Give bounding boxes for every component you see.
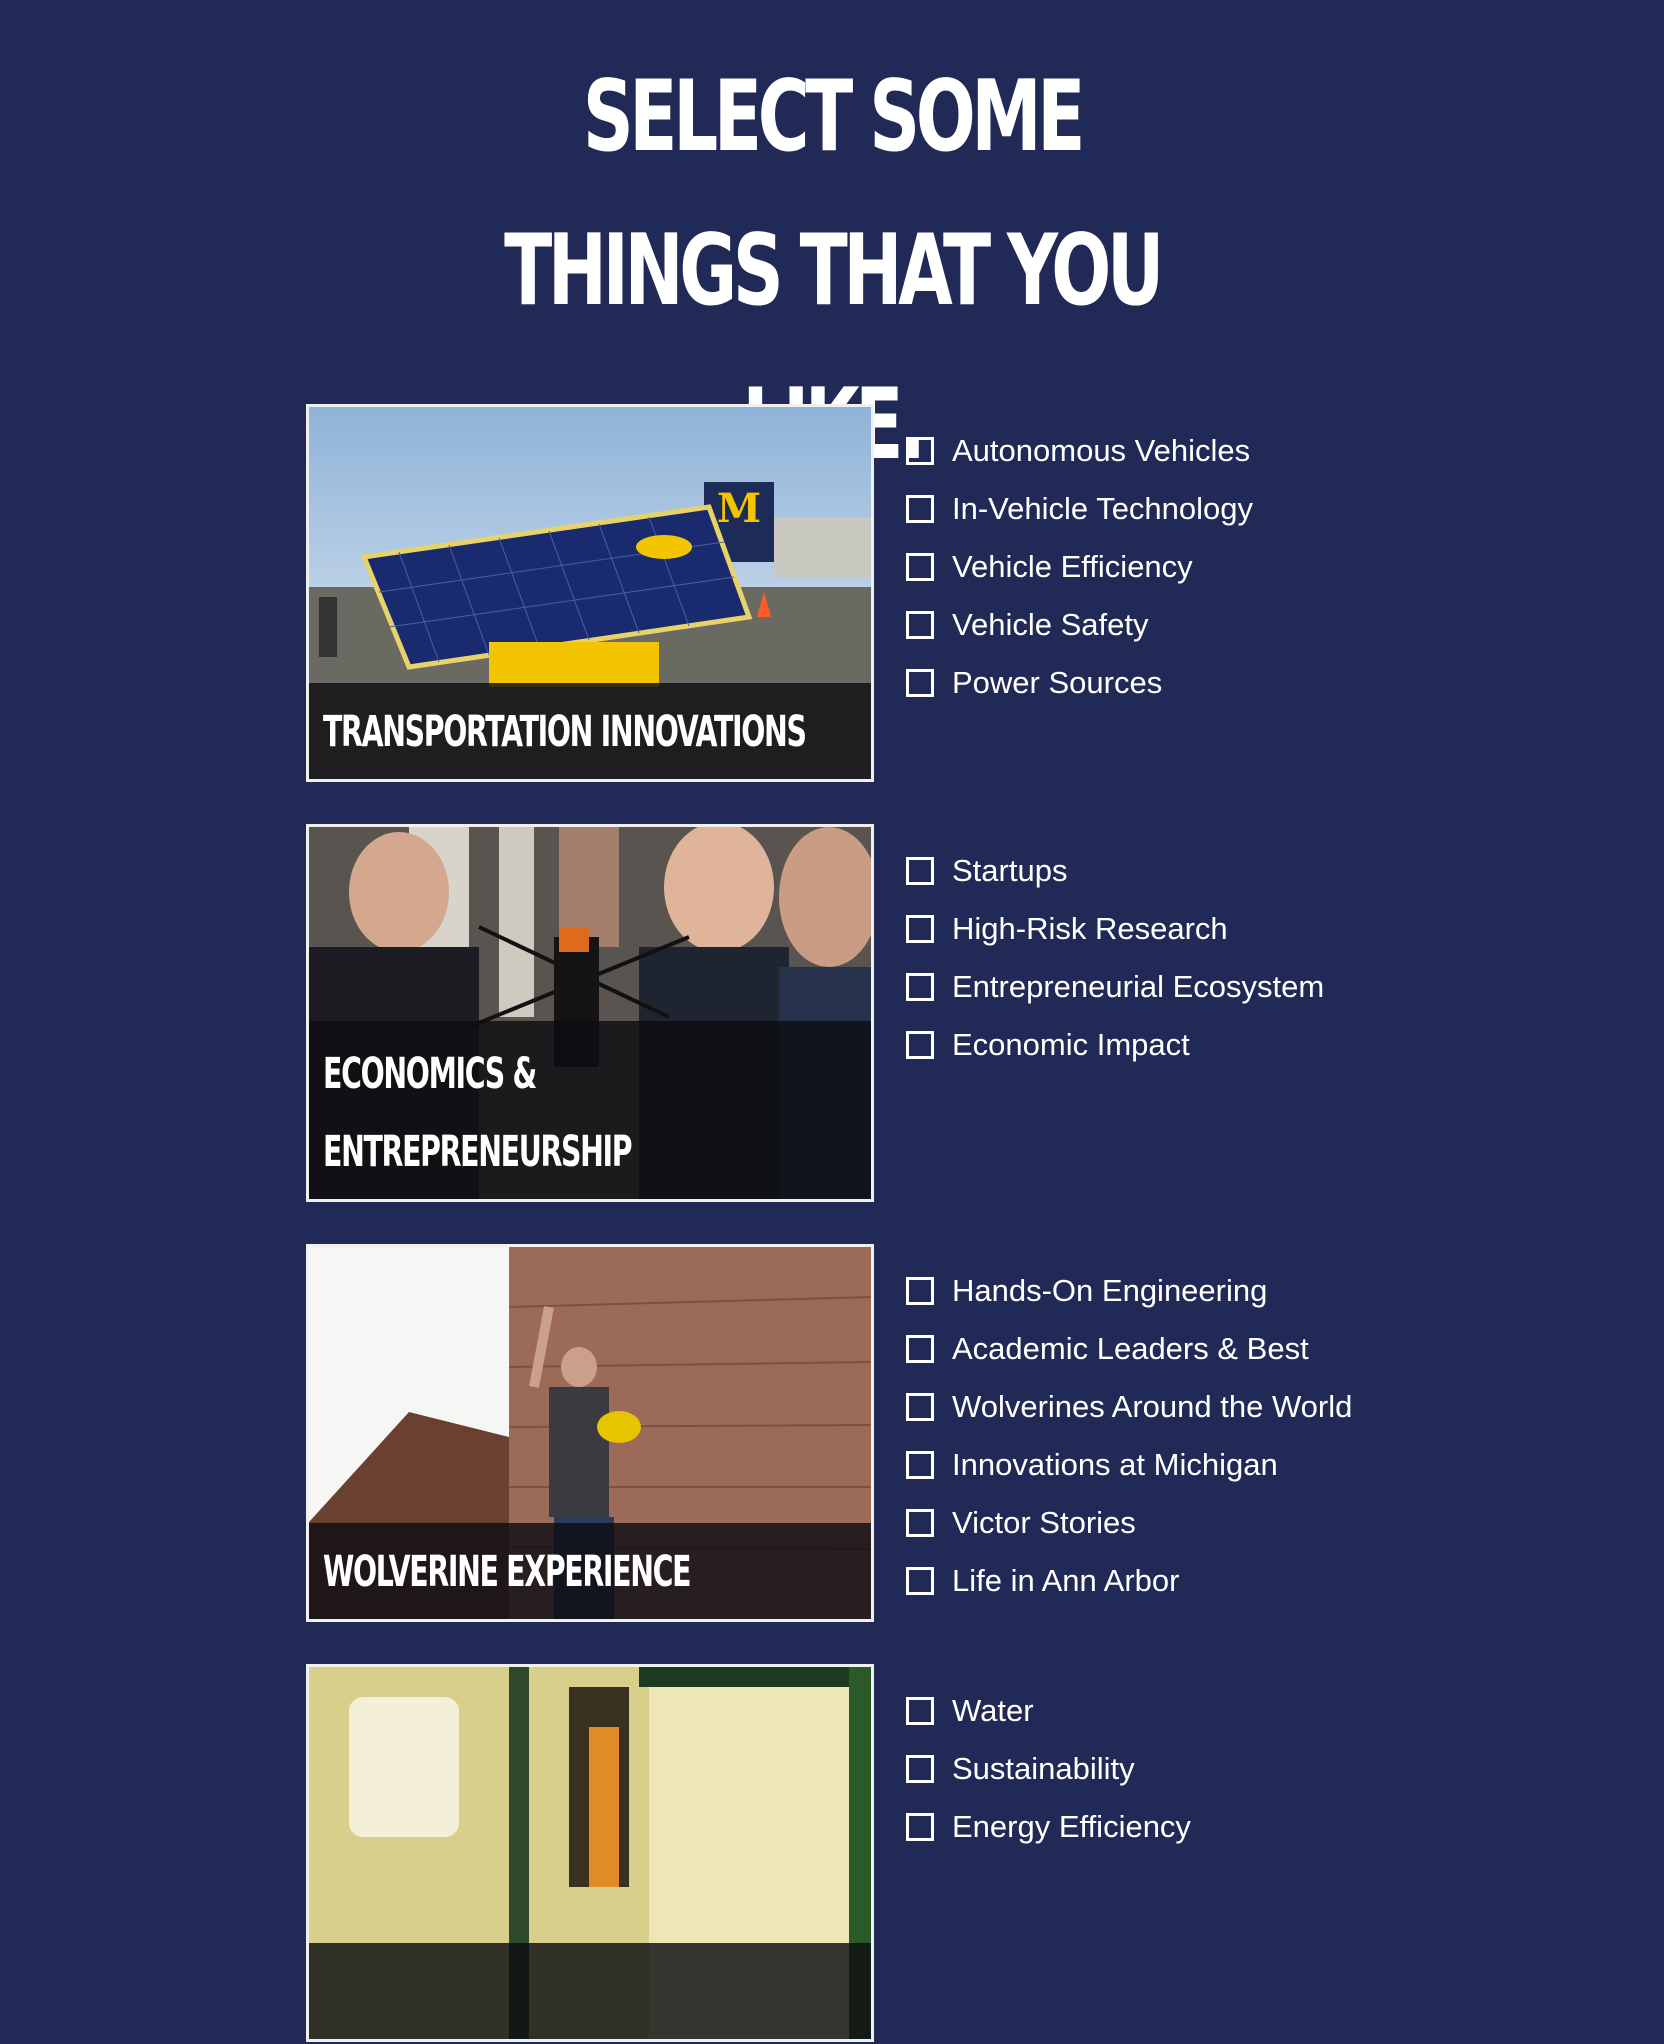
svg-text:M: M bbox=[717, 485, 761, 532]
page-title-line-1: SELECT SOME THINGS THAT YOU bbox=[504, 60, 1164, 328]
card-label: WOLVERINE EXPERIENCE bbox=[323, 1533, 692, 1611]
option-life-in-ann-arbor[interactable]: Life in Ann Arbor bbox=[906, 1552, 1352, 1610]
card-label-line-2: ENTREPRENEURSHIP bbox=[323, 1127, 633, 1177]
option-label: Vehicle Safety bbox=[952, 607, 1149, 642]
option-label: Victor Stories bbox=[952, 1505, 1136, 1540]
option-label: Economic Impact bbox=[952, 1027, 1190, 1062]
checkbox[interactable] bbox=[906, 1509, 934, 1537]
option-label: Startups bbox=[952, 853, 1068, 888]
card-label-line-1: WOLVERINE EXPERIENCE bbox=[323, 1547, 692, 1597]
card-label: TRANSPORTATION INNOVATIONS bbox=[323, 693, 807, 771]
topic-card-wolverine-experience[interactable]: WOLVERINE EXPERIENCE bbox=[306, 1244, 874, 1622]
option-label: High-Risk Research bbox=[952, 911, 1228, 946]
checkbox[interactable] bbox=[906, 437, 934, 465]
option-label: Hands-On Engineering bbox=[952, 1273, 1268, 1308]
option-label: Life in Ann Arbor bbox=[952, 1563, 1180, 1598]
card-label-line-1: ECONOMICS & bbox=[323, 1049, 537, 1099]
option-vehicle-efficiency[interactable]: Vehicle Efficiency bbox=[906, 538, 1253, 596]
option-water[interactable]: Water bbox=[906, 1682, 1191, 1740]
option-victor-stories[interactable]: Victor Stories bbox=[906, 1494, 1352, 1552]
option-label: Academic Leaders & Best bbox=[952, 1331, 1309, 1366]
checkbox[interactable] bbox=[906, 1567, 934, 1595]
checkbox[interactable] bbox=[906, 1755, 934, 1783]
option-wolverines-around-the-world[interactable]: Wolverines Around the World bbox=[906, 1378, 1352, 1436]
option-in-vehicle-technology[interactable]: In-Vehicle Technology bbox=[906, 480, 1253, 538]
topic-options-list: Startups High-Risk Research Entrepreneur… bbox=[906, 842, 1324, 1074]
checkbox[interactable] bbox=[906, 553, 934, 581]
checkbox[interactable] bbox=[906, 495, 934, 523]
checkbox[interactable] bbox=[906, 857, 934, 885]
checkbox[interactable] bbox=[906, 915, 934, 943]
topic-section-sustainability: Water Sustainability Energy Efficiency bbox=[306, 1664, 1406, 2044]
topic-options-list: Water Sustainability Energy Efficiency bbox=[906, 1682, 1191, 1856]
option-sustainability[interactable]: Sustainability bbox=[906, 1740, 1191, 1798]
card-label-band bbox=[309, 1943, 871, 2039]
option-economic-impact[interactable]: Economic Impact bbox=[906, 1016, 1324, 1074]
topic-options-list: Autonomous Vehicles In-Vehicle Technolog… bbox=[906, 422, 1253, 712]
option-innovations-at-michigan[interactable]: Innovations at Michigan bbox=[906, 1436, 1352, 1494]
topic-card-economics[interactable]: ECONOMICS & ENTREPRENEURSHIP bbox=[306, 824, 874, 1202]
checkbox[interactable] bbox=[906, 1697, 934, 1725]
option-label: Sustainability bbox=[952, 1751, 1135, 1786]
option-label: Water bbox=[952, 1693, 1034, 1728]
checkbox[interactable] bbox=[906, 1451, 934, 1479]
option-academic-leaders[interactable]: Academic Leaders & Best bbox=[906, 1320, 1352, 1378]
option-label: In-Vehicle Technology bbox=[952, 491, 1254, 526]
checkbox[interactable] bbox=[906, 973, 934, 1001]
option-label: Power Sources bbox=[952, 665, 1163, 700]
option-autonomous-vehicles[interactable]: Autonomous Vehicles bbox=[906, 422, 1253, 480]
checkbox[interactable] bbox=[906, 1335, 934, 1363]
checkbox[interactable] bbox=[906, 1277, 934, 1305]
checkbox[interactable] bbox=[906, 1813, 934, 1841]
topic-options-list: Hands-On Engineering Academic Leaders & … bbox=[906, 1262, 1352, 1610]
checkbox[interactable] bbox=[906, 611, 934, 639]
topic-card-sustainability[interactable] bbox=[306, 1664, 874, 2042]
topic-section-economics: ECONOMICS & ENTREPRENEURSHIP Startups Hi… bbox=[306, 824, 1406, 1204]
option-label: Entrepreneurial Ecosystem bbox=[952, 969, 1325, 1004]
option-energy-efficiency[interactable]: Energy Efficiency bbox=[906, 1798, 1191, 1856]
card-label: ECONOMICS & ENTREPRENEURSHIP bbox=[323, 1035, 633, 1191]
option-vehicle-safety[interactable]: Vehicle Safety bbox=[906, 596, 1253, 654]
option-label: Innovations at Michigan bbox=[952, 1447, 1278, 1482]
option-label: Wolverines Around the World bbox=[952, 1389, 1353, 1424]
option-label: Autonomous Vehicles bbox=[952, 433, 1251, 468]
option-entrepreneurial-ecosystem[interactable]: Entrepreneurial Ecosystem bbox=[906, 958, 1324, 1016]
option-power-sources[interactable]: Power Sources bbox=[906, 654, 1253, 712]
checkbox[interactable] bbox=[906, 1031, 934, 1059]
topic-section-wolverine-experience: WOLVERINE EXPERIENCE Hands-On Engineerin… bbox=[306, 1244, 1406, 1624]
option-hands-on-engineering[interactable]: Hands-On Engineering bbox=[906, 1262, 1352, 1320]
card-label-line-1: TRANSPORTATION INNOVATIONS bbox=[323, 707, 807, 757]
topic-section-transportation: M TRANSPORTATION INNOVATIONS Autonomous … bbox=[306, 404, 1406, 784]
option-high-risk-research[interactable]: High-Risk Research bbox=[906, 900, 1324, 958]
checkbox[interactable] bbox=[906, 1393, 934, 1421]
option-label: Vehicle Efficiency bbox=[952, 549, 1193, 584]
checkbox[interactable] bbox=[906, 669, 934, 697]
topic-card-transportation[interactable]: M TRANSPORTATION INNOVATIONS bbox=[306, 404, 874, 782]
option-startups[interactable]: Startups bbox=[906, 842, 1324, 900]
option-label: Energy Efficiency bbox=[952, 1809, 1191, 1844]
